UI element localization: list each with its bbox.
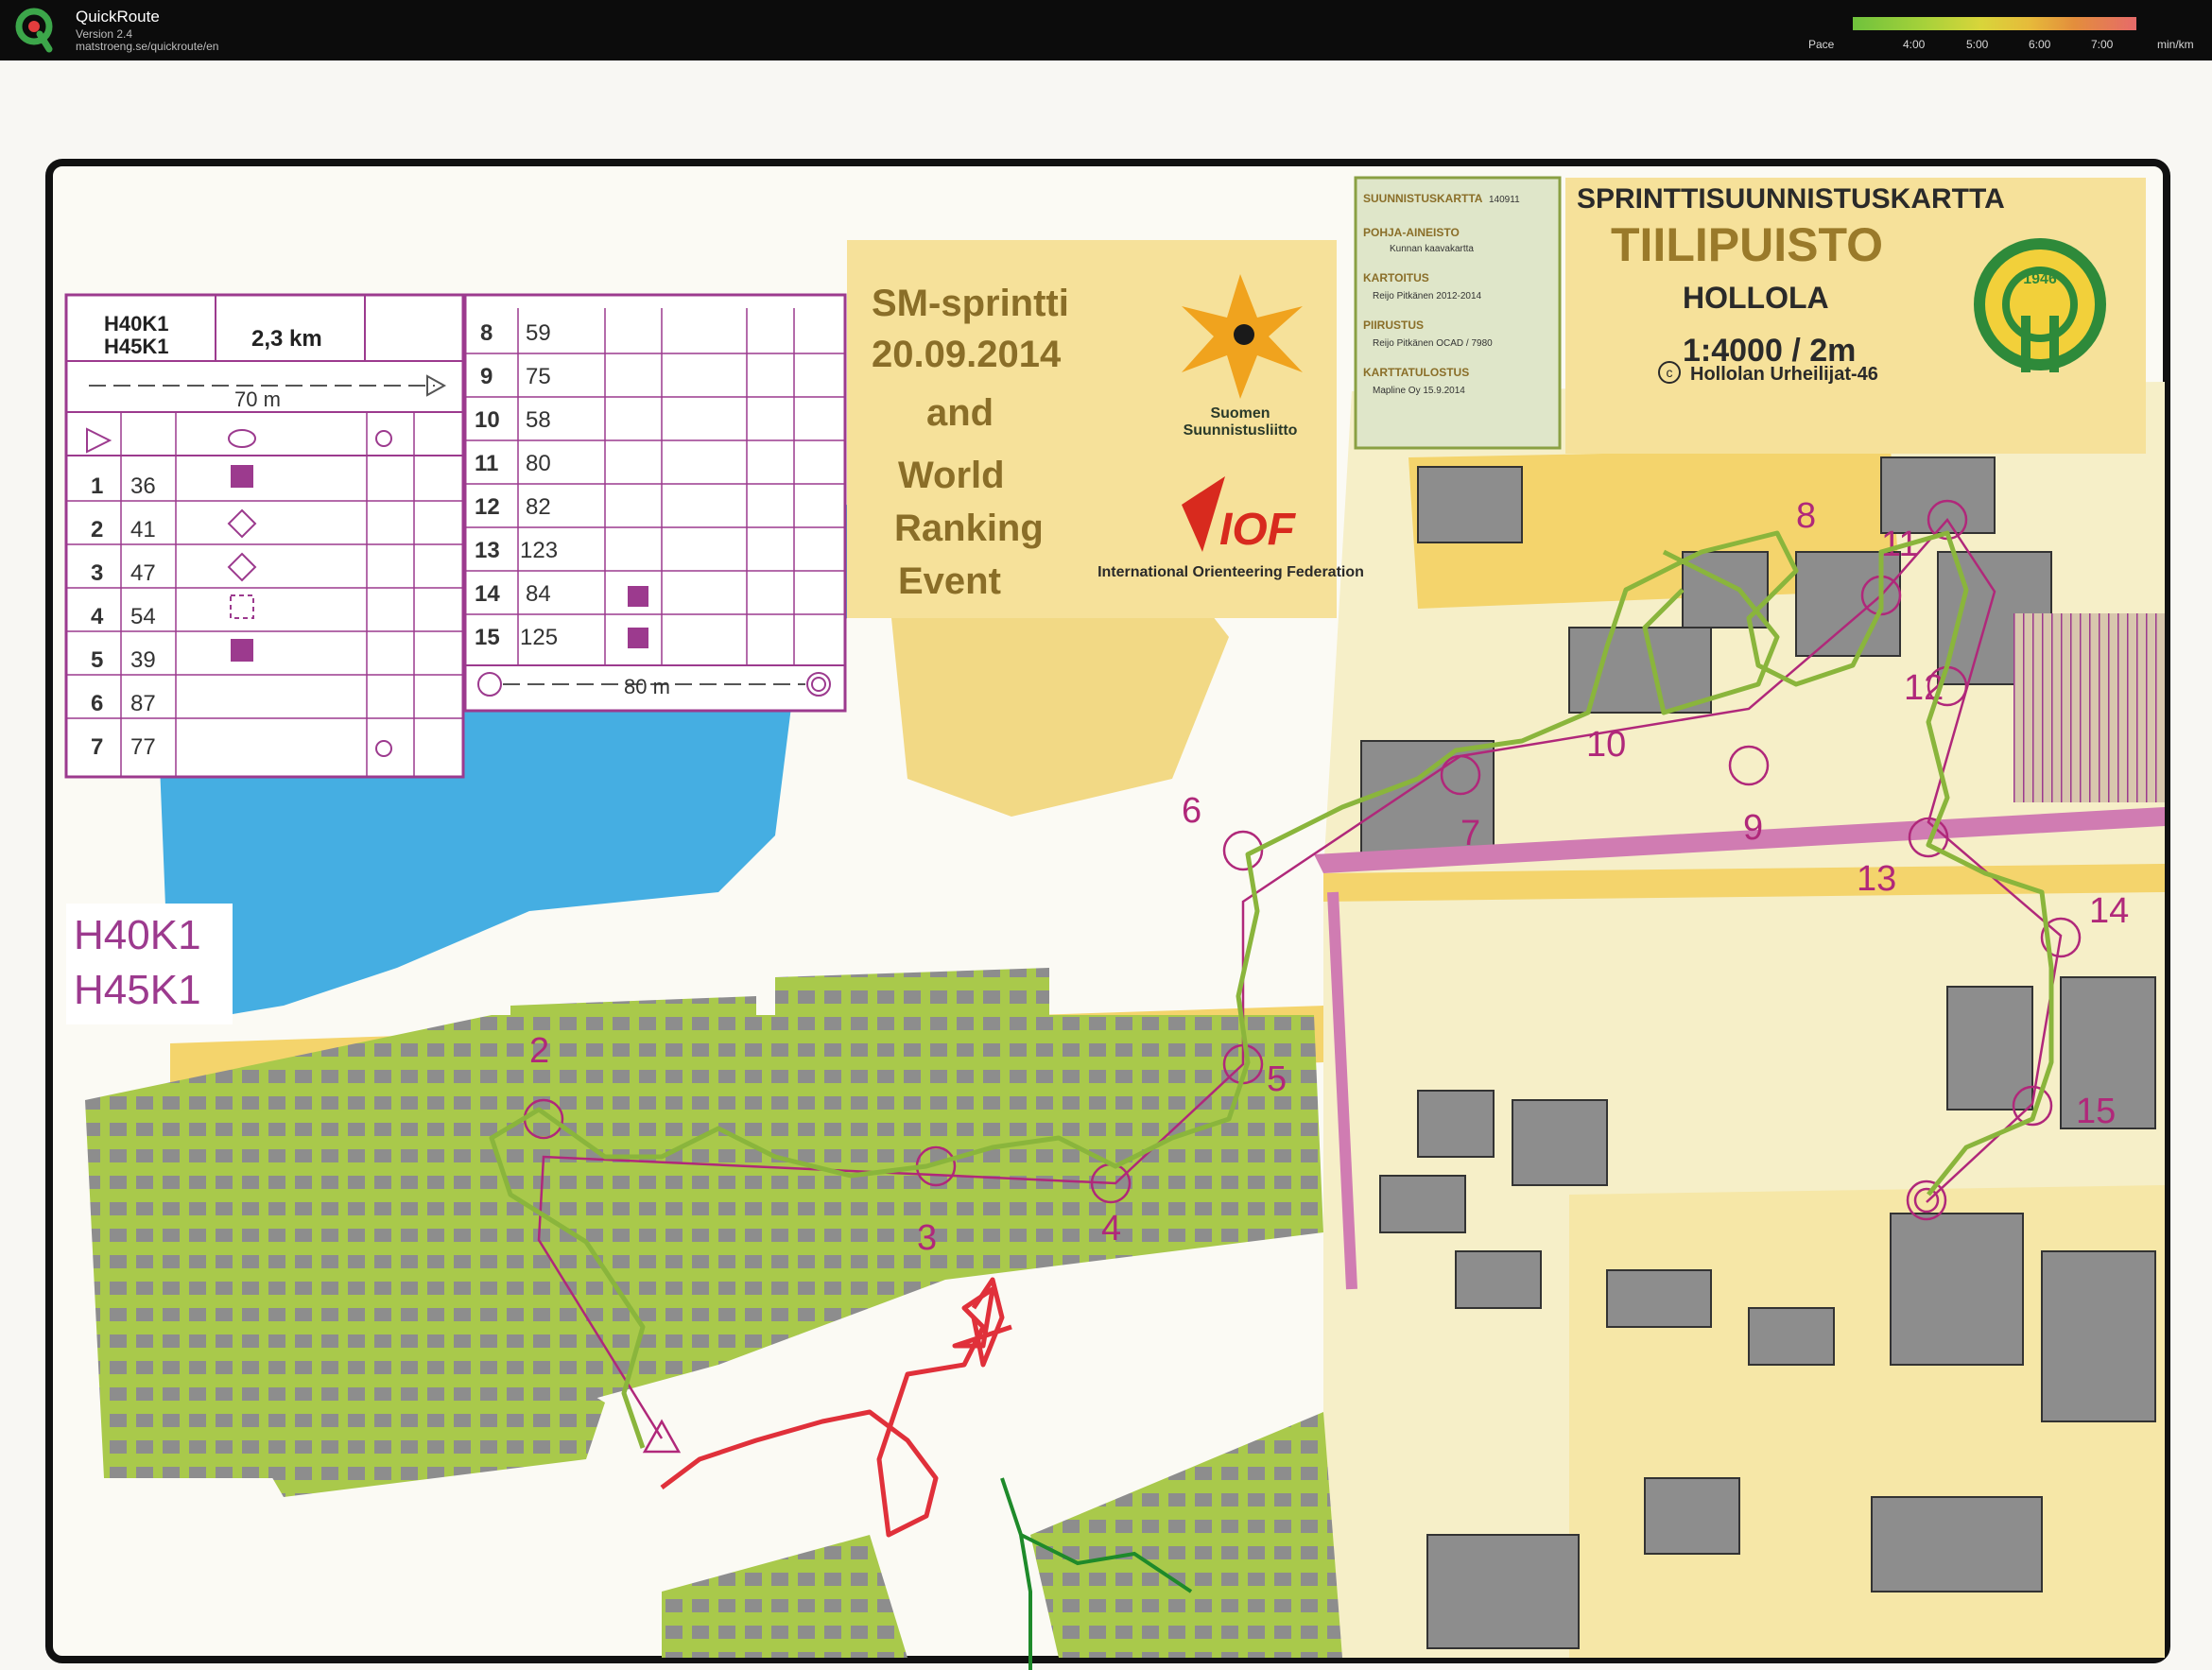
svg-text:4: 4 [1101, 1209, 1121, 1248]
svg-text:5: 5 [1267, 1059, 1287, 1099]
iof-name: International Orienteering Federation [1097, 564, 1364, 580]
special-area [2013, 613, 2165, 802]
control-description-sheet [64, 293, 847, 779]
map-type: SPRINTTISUUNNISTUSKARTTA [1577, 183, 2005, 215]
svg-text:Reijo Pitkänen 2012-2014: Reijo Pitkänen 2012-2014 [1373, 291, 1482, 301]
event-line: Event [898, 560, 1001, 602]
control-number: 13 [475, 538, 500, 563]
control-code: 77 [130, 734, 156, 760]
app-version: Version 2.4 [76, 27, 133, 41]
map-club: Hollolan Urheilijat-46 [1690, 364, 1878, 385]
suomen-name-2: Suunnistusliitto [1184, 422, 1298, 439]
svg-text:9: 9 [1743, 808, 1763, 848]
event-and: and [926, 392, 994, 434]
svg-text:Kunnan kaavakartta: Kunnan kaavakartta [1390, 244, 1474, 254]
control-code: 39 [130, 647, 156, 673]
control-code: 82 [526, 494, 551, 520]
map-viewport[interactable]: H40K1 H45K1 2,3 km 70 m 80 m 1 2 3 4 5 6… [0, 60, 2212, 1670]
control-code: 59 [526, 320, 551, 346]
control-code: 87 [130, 691, 156, 716]
control-number: 15 [475, 625, 500, 650]
class-label-2: H45K1 [104, 335, 168, 358]
svg-text:7: 7 [1460, 814, 1480, 853]
control-code: 36 [130, 473, 156, 499]
svg-text:3: 3 [917, 1218, 937, 1258]
control-number: 10 [475, 407, 500, 433]
pace-tick: 7:00 [2091, 38, 2114, 51]
event-line: World [898, 455, 1005, 496]
svg-text:15: 15 [2076, 1092, 2116, 1131]
club-emblem-icon: 1946 [1974, 238, 2106, 372]
svg-text:KARTTATULOSTUS: KARTTATULOSTUS [1363, 366, 1469, 379]
svg-text:POHJA-AINEISTO: POHJA-AINEISTO [1363, 226, 1460, 239]
control-number: 3 [91, 560, 103, 586]
control-code: 80 [526, 451, 551, 476]
svg-text:140911: 140911 [1489, 195, 1520, 205]
control-number: 12 [475, 494, 500, 520]
control-number: 6 [91, 691, 103, 716]
control-code: 54 [130, 604, 156, 629]
map-credits: SUUNNISTUSKARTTA 140911 POHJA-AINEISTO K… [1354, 176, 1562, 450]
pace-tick: 6:00 [2029, 38, 2051, 51]
pace-tick: 5:00 [1966, 38, 1989, 51]
svg-text:H40K1: H40K1 [74, 912, 201, 958]
svg-text:Reijo Pitkänen OCAD / 7980: Reijo Pitkänen OCAD / 7980 [1373, 338, 1493, 349]
finish-tape-length: 80 m [624, 675, 670, 698]
svg-text:KARTOITUS: KARTOITUS [1363, 271, 1429, 284]
event-title: SM-sprintti [872, 283, 1069, 324]
svg-text:1946: 1946 [2023, 271, 2057, 287]
app-title-bar: QuickRoute Version 2.4 matstroeng.se/qui… [0, 0, 2212, 60]
control-code: 84 [526, 581, 551, 607]
svg-text:PIIRUSTUS: PIIRUSTUS [1363, 319, 1424, 332]
event-info-panel: SM-sprintti 20.09.2014 and World Ranking… [847, 240, 1364, 618]
svg-text:14: 14 [2089, 891, 2129, 931]
control-code: 58 [526, 407, 551, 433]
app-title: QuickRoute [76, 8, 160, 26]
class-labels: H40K1 H45K1 [66, 904, 233, 1024]
start-tape-length: 70 m [234, 387, 281, 411]
control-number: 14 [475, 581, 500, 607]
control-code: 125 [520, 625, 558, 650]
control-number: 11 [475, 451, 498, 476]
map-name: TIILIPUISTO [1611, 218, 1883, 271]
svg-text:SUUNNISTUSKARTTA: SUUNNISTUSKARTTA [1363, 192, 1483, 205]
svg-text:c: c [1667, 365, 1673, 380]
svg-text:Mapline Oy 15.9.2014: Mapline Oy 15.9.2014 [1373, 386, 1465, 396]
quickroute-logo-icon [15, 8, 53, 53]
control-number: 8 [480, 320, 493, 346]
svg-text:8: 8 [1796, 496, 1816, 536]
app-url: matstroeng.se/quickroute/en [76, 40, 219, 53]
map-title-block: SPRINTTISUUNNISTUSKARTTA TIILIPUISTO HOL… [1565, 178, 2146, 454]
control-number: 2 [91, 517, 103, 542]
pace-tick: 4:00 [1903, 38, 1926, 51]
svg-text:2: 2 [529, 1031, 549, 1071]
iof-logo-text: IOF [1219, 505, 1297, 555]
pace-color-scale [1853, 17, 2136, 30]
control-number: 7 [91, 734, 103, 760]
pace-unit: min/km [2157, 38, 2194, 51]
svg-text:6: 6 [1182, 791, 1201, 831]
event-line: Ranking [894, 508, 1044, 549]
orienteering-map: H40K1 H45K1 2,3 km 70 m 80 m 1 2 3 4 5 6… [0, 60, 2212, 1670]
control-code: 123 [520, 538, 558, 563]
control-code: 75 [526, 364, 551, 389]
control-number: 9 [480, 364, 493, 389]
course-length: 2,3 km [251, 326, 322, 352]
control-number: 1 [91, 473, 103, 499]
svg-text:H45K1: H45K1 [74, 967, 201, 1013]
svg-text:10: 10 [1586, 725, 1626, 765]
event-date: 20.09.2014 [872, 334, 1062, 375]
control-code: 47 [130, 560, 156, 586]
suomen-name-1: Suomen [1210, 405, 1270, 422]
control-number: 4 [91, 604, 104, 629]
pace-label: Pace [1808, 38, 1835, 51]
svg-text:13: 13 [1857, 859, 1896, 899]
control-number: 5 [91, 647, 103, 673]
class-label-1: H40K1 [104, 312, 168, 336]
control-code: 41 [130, 517, 156, 542]
map-place: HOLLOLA [1683, 281, 1829, 315]
